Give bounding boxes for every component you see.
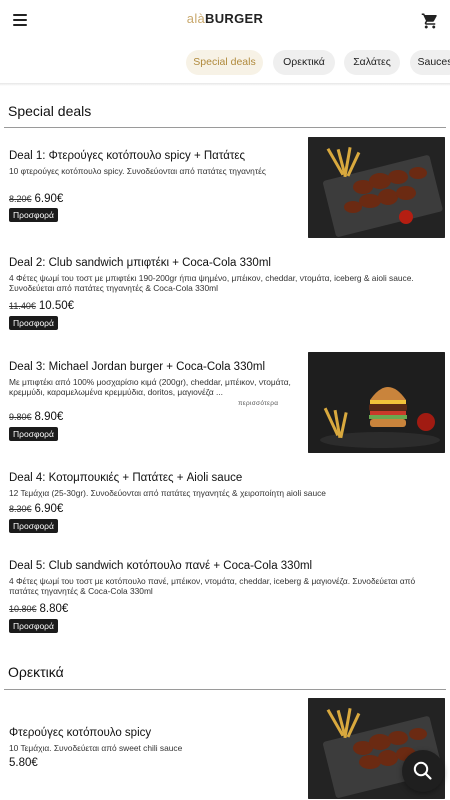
- section-divider: [4, 127, 446, 128]
- price: 5.80€: [9, 757, 38, 769]
- item-title: Deal 2: Club sandwich μπιφτέκι + Coca-Co…: [9, 257, 271, 269]
- price: 6.90€: [34, 503, 64, 515]
- more-link[interactable]: περισσότερα: [238, 400, 278, 407]
- tab-orektika[interactable]: Ορεκτικά: [273, 50, 335, 75]
- search-fab-button[interactable]: [402, 750, 444, 792]
- price-row: 8.30€ 6.90€: [9, 503, 63, 515]
- item-title: Deal 1: Φτερούγες κοτόπουλο spicy + Πατά…: [9, 150, 246, 162]
- tab-sauces[interactable]: Sauces: [410, 50, 450, 75]
- item-image: [308, 352, 445, 453]
- item-description: 10 Τεμάχια. Συνοδεύεται από sweet chili …: [9, 743, 183, 753]
- top-bar: alàBURGER: [0, 0, 450, 40]
- item-title: Deal 5: Club sandwich κοτόπουλο πανέ + C…: [9, 560, 313, 572]
- item-description: 4 Φέτες ψωμί του τοστ με κοτόπουλο πανέ,…: [9, 576, 416, 596]
- price: 8.90€: [34, 411, 64, 423]
- old-price: 10.80€: [9, 604, 37, 614]
- shopping-cart-icon[interactable]: [421, 12, 439, 30]
- menu-item-deal-4[interactable]: Deal 4: Κοτομπουκιές + Πατάτες + Aioli s…: [0, 472, 450, 536]
- price: 8.80€: [39, 603, 69, 615]
- logo-text-ala: alà: [186, 11, 206, 26]
- price-row: 5.80€: [9, 757, 38, 769]
- category-tabs: Special deals Ορεκτικά Σαλάτες Sauces: [0, 50, 450, 76]
- old-price: 11.40€: [9, 301, 36, 311]
- price-row: 11.40€ 10.50€: [9, 300, 74, 312]
- item-description: 12 Τεμάχια (25-30gr). Συνοδεύονται από π…: [9, 488, 326, 498]
- menu-item-deal-5[interactable]: Deal 5: Club sandwich κοτόπουλο πανέ + C…: [0, 560, 450, 640]
- item-description: 4 Φέτες ψωμί του τοστ με μπιφτέκι 190-20…: [9, 273, 414, 293]
- price: 6.90€: [34, 193, 64, 205]
- menu-item-chicken-wings[interactable]: Φτερούγες κοτόπουλο spicy 10 Τεμάχια. Συ…: [0, 698, 450, 799]
- price: 10.50€: [38, 300, 75, 312]
- menu-item-deal-2[interactable]: Deal 2: Club sandwich μπιφτέκι + Coca-Co…: [0, 257, 450, 337]
- price-row: 9.80€ 8.90€: [9, 411, 63, 423]
- section-title-special-deals: Special deals: [8, 103, 92, 119]
- tab-salates[interactable]: Σαλάτες: [344, 50, 400, 75]
- item-title: Deal 4: Κοτομπουκιές + Πατάτες + Aioli s…: [9, 472, 243, 484]
- item-title: Deal 3: Michael Jordan burger + Coca-Col…: [9, 361, 266, 373]
- old-price: 9.80€: [9, 412, 32, 422]
- section-title-orektika: Ορεκτικά: [8, 664, 64, 680]
- tab-special-deals[interactable]: Special deals: [186, 50, 263, 75]
- search-icon: [413, 761, 432, 780]
- menu-item-deal-3[interactable]: Deal 3: Michael Jordan burger + Coca-Col…: [0, 352, 450, 453]
- old-price: 8.20€: [9, 194, 32, 204]
- section-divider: [4, 689, 446, 690]
- item-description: Με μπιφτέκι από 100% μοσχαρίσιο κιμά (20…: [9, 377, 291, 397]
- price-row: 8.20€ 6.90€: [9, 193, 63, 205]
- price-row: 10.80€ 8.80€: [9, 603, 68, 615]
- item-image: [308, 137, 445, 238]
- logo-text-burger: BURGER: [205, 11, 264, 26]
- old-price: 8.30€: [9, 504, 32, 514]
- brand-logo[interactable]: alàBURGER: [0, 11, 450, 26]
- menu-item-deal-1[interactable]: Deal 1: Φτερούγες κοτόπουλο spicy + Πατά…: [0, 137, 450, 240]
- item-description: 10 φτερούγες κοτόπουλο spicy. Συνοδεύοντ…: [9, 166, 266, 176]
- offer-badge: Προσφορά: [9, 316, 58, 330]
- offer-badge: Προσφορά: [9, 519, 58, 533]
- offer-badge: Προσφορά: [9, 619, 58, 633]
- tabs-divider: [0, 83, 450, 86]
- offer-badge: Προσφορά: [9, 427, 58, 441]
- item-title: Φτερούγες κοτόπουλο spicy: [9, 727, 152, 739]
- offer-badge: Προσφορά: [9, 208, 58, 222]
